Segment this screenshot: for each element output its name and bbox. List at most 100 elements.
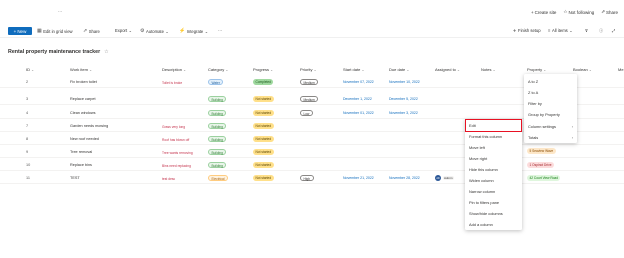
- share-icon: ⇗: [601, 9, 605, 14]
- column-header-description[interactable]: Description ⌄: [162, 67, 186, 72]
- menu-item-show-hide-columns[interactable]: Show/hide columns: [469, 211, 503, 216]
- menu-item-filter-by[interactable]: Filter by: [528, 101, 542, 106]
- category-pill: Building: [208, 149, 227, 155]
- column-header-progress[interactable]: Progress ⌄: [253, 67, 273, 72]
- cell-work-item[interactable]: Clean windows: [70, 111, 96, 115]
- avatar: AD: [435, 175, 441, 181]
- follow-button[interactable]: ☆ Not following: [563, 9, 594, 15]
- chevron-right-icon: ›: [571, 135, 573, 140]
- column-header-priority[interactable]: Priority ⌄: [300, 67, 317, 72]
- integrate-button[interactable]: ⚡ Integrate ⌄: [179, 28, 208, 34]
- menu-item-column-settings[interactable]: Column settings: [528, 124, 556, 129]
- share-button[interactable]: ⇗ Share: [83, 28, 100, 34]
- expand-icon: ⤢: [612, 28, 616, 33]
- finish-setup-button[interactable]: ✈ Finish setup: [513, 28, 541, 33]
- chevron-down-icon: ⌄: [89, 68, 92, 72]
- column-header-property[interactable]: Property ⌄: [527, 67, 546, 72]
- integrate-icon: ⚡: [179, 28, 186, 34]
- category-pill: Building: [208, 136, 227, 142]
- chevron-down-icon: ⌄: [183, 68, 187, 72]
- column-header-id[interactable]: ID ⌄: [26, 67, 34, 72]
- cell-work-item[interactable]: Replace carpet: [70, 97, 96, 101]
- export-button[interactable]: Export ⌄: [115, 28, 132, 33]
- plus-icon: +: [13, 28, 17, 34]
- menu-item-totals[interactable]: Totals: [528, 135, 538, 140]
- info-button[interactable]: ⓘ: [599, 28, 603, 34]
- menu-item-move-left[interactable]: Move left: [469, 145, 485, 150]
- cell-work-item[interactable]: TEST: [70, 176, 80, 180]
- integrate-label: Integrate: [186, 28, 204, 34]
- table-row[interactable]: 9 Tree removal Tree wants removing Build…: [0, 147, 624, 158]
- plus-icon: +: [530, 9, 534, 15]
- new-button[interactable]: + New: [8, 27, 32, 35]
- column-settings-submenu: Edit Format this column Move left Move r…: [465, 119, 522, 230]
- column-header-boolean[interactable]: Boolean ⌄: [573, 67, 592, 72]
- cell-id: 9: [26, 150, 29, 154]
- site-ellipsis[interactable]: ...: [58, 8, 62, 14]
- create-site-button[interactable]: + Create site: [531, 9, 556, 15]
- column-header-id-label: ID: [26, 67, 30, 72]
- site-share-button[interactable]: ⇗ Share: [601, 9, 618, 15]
- column-header-work-item-label: Work item: [70, 67, 88, 72]
- automate-button[interactable]: ⚙ Automate ⌄: [140, 28, 169, 34]
- menu-item-format-column[interactable]: Format this column: [469, 134, 502, 139]
- column-header-start-date[interactable]: Start date ⌄: [343, 67, 364, 72]
- cell-description: Toilet is broke: [162, 80, 183, 85]
- menu-item-widen-column[interactable]: Widen column: [469, 178, 494, 183]
- column-header-start-date-label: Start date: [343, 67, 361, 72]
- cell-description: Bins need replacing: [162, 163, 191, 168]
- cell-work-item[interactable]: Garden needs mowing: [70, 124, 108, 128]
- menu-item-pin-to-filters[interactable]: Pin to filters pane: [469, 200, 499, 205]
- filter-button[interactable]: ⊽: [585, 28, 588, 33]
- category-pill: Building: [208, 110, 227, 116]
- menu-item-a-to-z[interactable]: A to Z: [528, 79, 538, 84]
- menu-item-z-to-a[interactable]: Z to A: [528, 90, 538, 95]
- priority-pill: Medium: [300, 96, 319, 102]
- export-label: Export: [115, 28, 128, 33]
- menu-item-hide-column[interactable]: Hide this column: [469, 167, 498, 172]
- cell-work-item[interactable]: Tree removal: [70, 150, 92, 154]
- view-selector[interactable]: ≡ All items ⌄: [548, 28, 573, 33]
- cell-due-date: November 3, 2022: [389, 111, 418, 115]
- fullscreen-button[interactable]: ⤢: [612, 28, 615, 33]
- info-icon: ⓘ: [599, 28, 604, 33]
- cell-work-item[interactable]: Fix broken toilet: [70, 80, 97, 84]
- assignee[interactable]: AD Admin: [435, 175, 455, 181]
- chevron-down-icon: ⌄: [128, 28, 133, 33]
- table-row[interactable]: 10 Replace bins Bins need replacing Buil…: [0, 160, 624, 171]
- cell-work-item[interactable]: New roof needed: [70, 137, 99, 141]
- category-pill: Building: [208, 96, 227, 102]
- table-row[interactable]: 11 TEST test desc Electrical Not started…: [0, 173, 624, 184]
- column-header-category-label: Category: [208, 67, 225, 72]
- menu-item-group-by[interactable]: Group by Property: [528, 112, 560, 117]
- column-header-due-date-label: Due date: [389, 67, 406, 72]
- command-bar: + New ▦ Edit in grid view ⇗ Share Export ⌄ ⚙…: [0, 26, 624, 38]
- follow-label: Not following: [568, 9, 595, 15]
- column-header-progress-label: Progress: [253, 67, 270, 72]
- cell-work-item[interactable]: Replace bins: [70, 163, 92, 167]
- column-header-notes-label: Notes: [481, 67, 492, 72]
- category-pill: Electrical: [208, 175, 228, 181]
- progress-pill: Not started: [253, 162, 274, 168]
- chevron-down-icon: ⌄: [457, 68, 460, 72]
- column-header-notes[interactable]: Notes ⌄: [481, 67, 496, 72]
- column-header-assigned-to[interactable]: Assigned to ⌄: [435, 67, 460, 72]
- column-sort-menu: A to Z Z to A Filter by Group by Propert…: [524, 74, 577, 143]
- column-header-work-item[interactable]: Work item ⌄: [70, 67, 92, 72]
- menu-item-move-right[interactable]: Move right: [469, 156, 487, 161]
- priority-pill: Low: [300, 110, 313, 116]
- site-share-label: Share: [605, 9, 618, 15]
- column-header-due-date[interactable]: Due date ⌄: [389, 67, 409, 72]
- more-commands-button[interactable]: ···: [218, 28, 222, 33]
- column-header-more[interactable]: Me: [618, 67, 624, 72]
- column-header-category[interactable]: Category ⌄: [208, 67, 228, 72]
- chevron-down-icon: ⌄: [31, 68, 35, 72]
- cell-id: 7: [26, 124, 29, 128]
- cell-start-date: November 07, 2022: [343, 80, 374, 84]
- list-title-text: Rental property maintenance tracker: [8, 49, 101, 55]
- favorite-star-icon[interactable]: ☆: [104, 49, 108, 55]
- menu-item-narrow-column[interactable]: Narrow column: [469, 189, 495, 194]
- cell-id: 10: [26, 163, 31, 167]
- edit-grid-button[interactable]: ▦ Edit in grid view: [37, 28, 73, 34]
- menu-item-add-column[interactable]: Add a column: [469, 222, 493, 227]
